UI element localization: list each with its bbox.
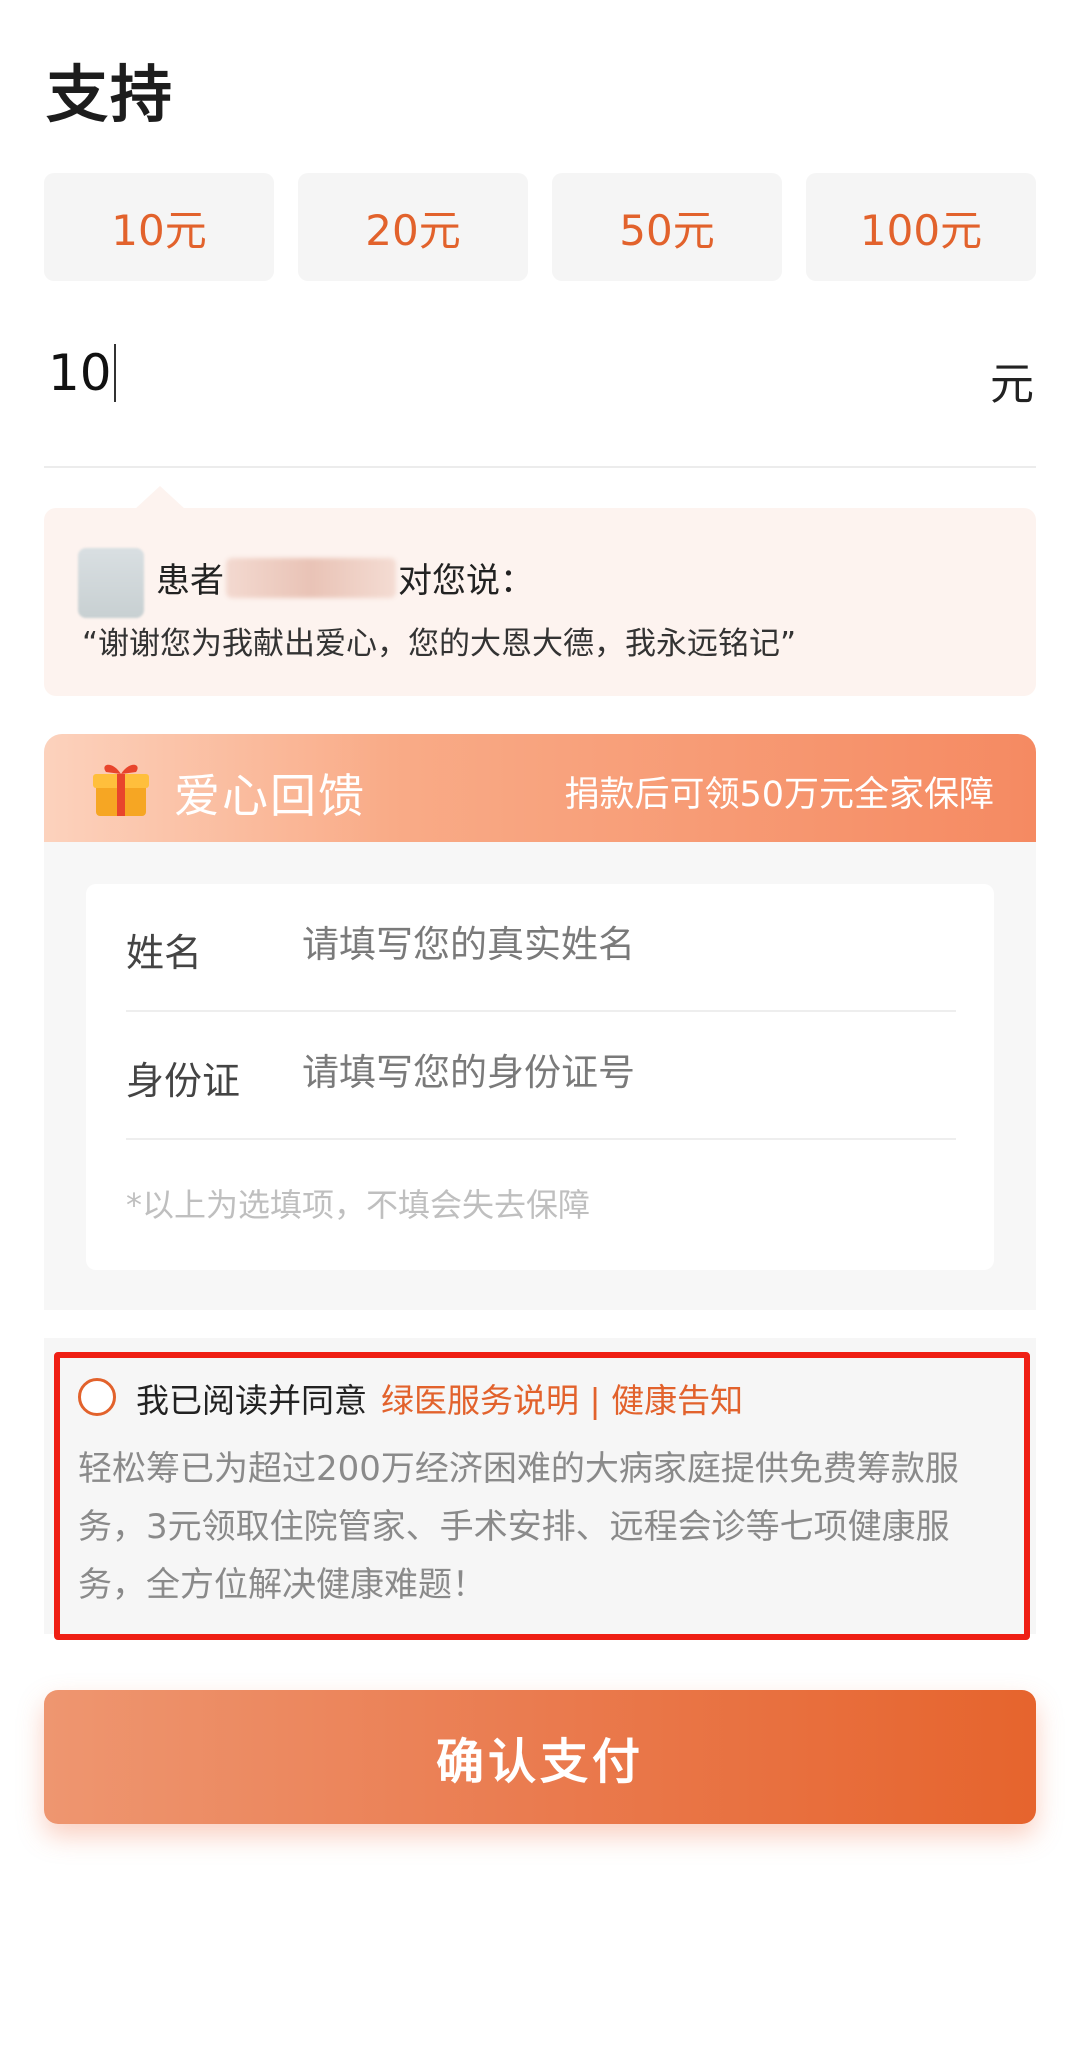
confirm-pay-button[interactable]: 确认支付 bbox=[44, 1690, 1036, 1824]
bubble-tail bbox=[134, 486, 186, 510]
agreement-links[interactable]: 绿医服务说明 | 健康告知 bbox=[381, 1374, 743, 1422]
page-title: 支持 bbox=[46, 58, 175, 131]
patient-message: 患者 对您说： “谢谢您为我献出爱心，您的大恩大德，我永远铭记” bbox=[44, 486, 1036, 696]
message-quote: “谢谢您为我献出爱心，您的大恩大德，我永远铭记” bbox=[82, 626, 797, 662]
payment-page: 支持 10元 20元 50元 100元 10 元 患者 对您说： “谢谢您为我献… bbox=[0, 0, 1080, 2047]
amount-input-field[interactable]: 10 bbox=[48, 344, 116, 402]
text-caret bbox=[113, 344, 116, 402]
amount-value: 10 bbox=[48, 344, 112, 402]
avatar bbox=[78, 548, 144, 618]
amount-option-50[interactable]: 50元 bbox=[552, 173, 782, 281]
amount-options: 10元 20元 50元 100元 bbox=[44, 173, 1036, 281]
love-feedback-title: 爱心回馈 bbox=[174, 769, 366, 823]
optional-note: *以上为选填项，不填会失去保障 bbox=[126, 1186, 591, 1224]
name-label: 姓名 bbox=[126, 931, 203, 975]
gift-icon bbox=[93, 764, 149, 816]
blurred-patient-name bbox=[226, 557, 396, 598]
id-row: 身份证 bbox=[126, 1012, 956, 1140]
amount-option-20[interactable]: 20元 bbox=[298, 173, 528, 281]
amount-option-10[interactable]: 10元 bbox=[44, 173, 274, 281]
insurance-form: 姓名 身份证 *以上为选填项，不填会失去保障 bbox=[86, 884, 994, 1270]
agreement-description: 轻松筹已为超过200万经济困难的大病家庭提供免费筹款服务，3元领取住院管家、手术… bbox=[78, 1449, 959, 1605]
agreement-text: 我已阅读并同意 bbox=[136, 1381, 367, 1420]
amount-input[interactable]: 10 元 bbox=[44, 338, 1036, 468]
message-prefix: 患者 bbox=[156, 561, 224, 601]
agree-radio[interactable] bbox=[78, 1378, 116, 1416]
amount-unit: 元 bbox=[990, 359, 1034, 410]
id-label: 身份证 bbox=[126, 1059, 241, 1103]
love-feedback-subtitle: 捐款后可领50万元全家保障 bbox=[564, 775, 994, 815]
message-suffix: 对您说： bbox=[398, 561, 534, 601]
name-input[interactable] bbox=[302, 914, 922, 974]
message-header: 患者 对您说： bbox=[156, 553, 534, 602]
love-feedback-card: 爱心回馈 捐款后可领50万元全家保障 姓名 身份证 *以上为选填项，不填会失去保… bbox=[44, 734, 1036, 1310]
id-input[interactable] bbox=[302, 1042, 922, 1102]
love-feedback-header: 爱心回馈 捐款后可领50万元全家保障 bbox=[44, 734, 1036, 842]
name-row: 姓名 bbox=[126, 884, 956, 1012]
agreement-line: 我已阅读并同意 绿医服务说明 | 健康告知 bbox=[136, 1374, 743, 1422]
amount-option-100[interactable]: 100元 bbox=[806, 173, 1036, 281]
